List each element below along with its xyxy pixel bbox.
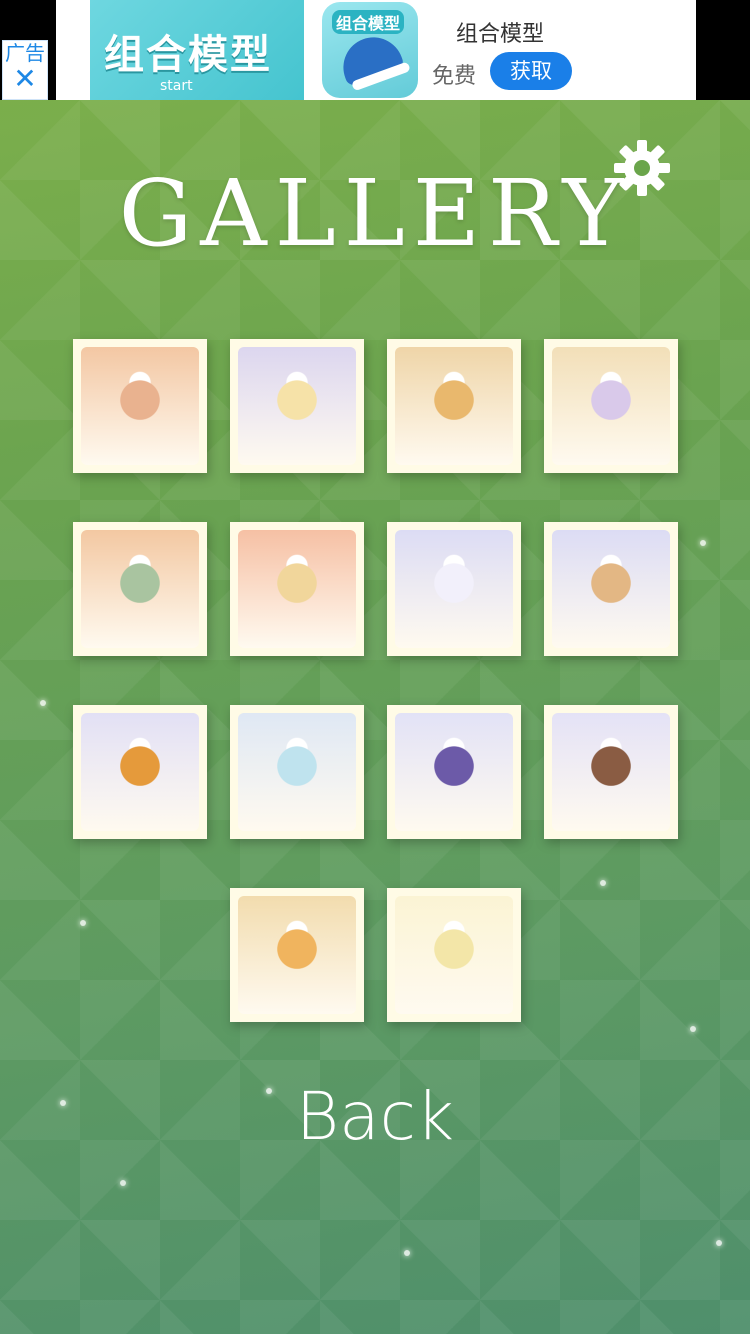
thumbnail-image-cat-on-cushion (238, 530, 356, 648)
ad-app-icon[interactable]: 组合模型 (322, 2, 418, 98)
gear-icon[interactable] (612, 138, 672, 198)
ad-label[interactable]: 广告 ✕ (2, 40, 48, 100)
sparkle (600, 880, 606, 886)
sparkle (716, 1240, 722, 1246)
gallery-item-9[interactable] (73, 705, 207, 839)
sparkle (700, 540, 706, 546)
sparkle (40, 700, 46, 706)
thumbnail-image-shiba-dogs (81, 713, 199, 831)
gallery-item-10[interactable] (230, 705, 364, 839)
thumbnail-image-cat-on-brick-wall (395, 347, 513, 465)
gallery-item-7[interactable] (387, 522, 521, 656)
sparkle (120, 1180, 126, 1186)
thumbnail-image-penguin-and-cat (395, 713, 513, 831)
thumbnail-image-teddy-bear (552, 530, 670, 648)
sparkle (690, 1026, 696, 1032)
gallery-item-12[interactable] (544, 705, 678, 839)
thumbnail-image-ship-in-bottle (238, 713, 356, 831)
back-button[interactable]: Back (0, 1078, 750, 1155)
thumbnail-image-girl-with-broom (238, 347, 356, 465)
ad-icon-label: 组合模型 (332, 10, 405, 34)
gallery-item-3[interactable] (387, 339, 521, 473)
thumbnail-image-cuckoo-clock (552, 713, 670, 831)
shoe-icon (334, 28, 406, 88)
thumbnail-image-cat-in-bed (238, 896, 356, 1014)
gallery-item-5[interactable] (73, 522, 207, 656)
thumbnail-image-girls-at-door (81, 347, 199, 465)
thumbnail-image-girl-with-cat (395, 896, 513, 1014)
thumbnail-image-room-shelves (552, 347, 670, 465)
ad-bar[interactable]: 广告 ✕ 组合模型 start 组合模型 组合模型 免费 获取 (0, 0, 750, 100)
ad-banner-image[interactable]: 组合模型 start (90, 0, 304, 100)
gallery-item-13[interactable] (230, 888, 364, 1022)
sparkle (80, 920, 86, 926)
ad-banner-title: 组合模型 (104, 32, 272, 78)
sparkle (404, 1250, 410, 1256)
gallery-item-4[interactable] (544, 339, 678, 473)
gallery-item-11[interactable] (387, 705, 521, 839)
gallery-item-8[interactable] (544, 522, 678, 656)
gallery-item-1[interactable] (73, 339, 207, 473)
ad-banner-sub: start (160, 78, 193, 94)
gallery-item-6[interactable] (230, 522, 364, 656)
thumbnail-image-cat-at-window (81, 530, 199, 648)
ad-app-name: 组合模型 (456, 22, 545, 47)
close-icon[interactable]: ✕ (3, 65, 47, 93)
ad-get-button[interactable]: 获取 (490, 52, 572, 90)
thumbnail-image-cat-with-bell (395, 530, 513, 648)
ad-content[interactable]: 组合模型 start 组合模型 (56, 0, 696, 100)
ad-free-label: 免费 (432, 64, 477, 89)
gallery-item-14[interactable] (387, 888, 521, 1022)
gallery-item-2[interactable] (230, 339, 364, 473)
